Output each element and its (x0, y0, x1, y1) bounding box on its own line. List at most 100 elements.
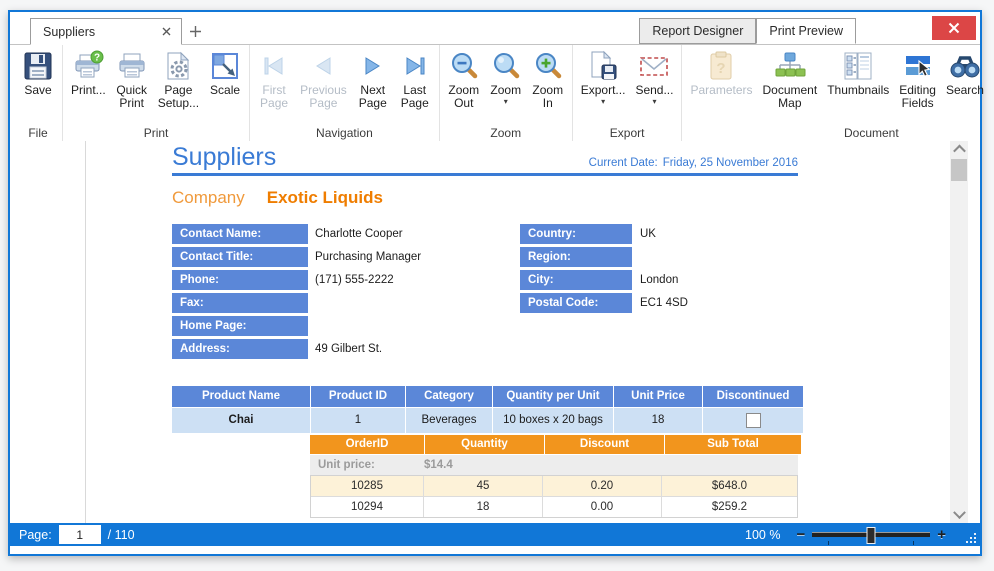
scale-icon (209, 50, 241, 82)
export-button[interactable]: Export...▾ (576, 49, 631, 107)
contact-row-address: Address:49 Gilbert St. (172, 339, 421, 359)
dropdown-caret-icon: ▾ (504, 98, 508, 106)
product-col-header: Discontinued (703, 386, 803, 407)
report-title: Suppliers (172, 144, 276, 172)
button-label: Search (946, 84, 984, 97)
orders-table-body: 10285450.20$648.010294180.00$259.2 (310, 475, 798, 518)
field-label: Country: (520, 224, 632, 244)
tab-suppliers[interactable]: Suppliers (30, 18, 182, 45)
button-label: Print... (71, 84, 106, 97)
scrollbar-thumb[interactable] (951, 159, 967, 181)
dropdown-caret-icon: ▾ (601, 98, 605, 106)
scroll-up-icon[interactable] (950, 141, 968, 157)
button-label: Zoom Out (448, 84, 480, 111)
scroll-down-icon[interactable] (950, 507, 968, 523)
send-button[interactable]: Send...▾ (630, 49, 678, 107)
minimize-button[interactable] (860, 16, 890, 40)
button-label: Export... (581, 84, 626, 97)
close-button[interactable] (932, 16, 976, 40)
previous-page-button: Previous Page (295, 49, 352, 112)
save-button[interactable]: Save (17, 49, 59, 98)
zoom-slider-thumb[interactable] (867, 527, 876, 544)
field-label: Contact Title: (172, 247, 308, 267)
search-icon (949, 50, 981, 82)
button-label: Parameters (690, 84, 752, 97)
ribbon-group-file: SaveFile (14, 45, 63, 141)
watermark-button[interactable]: Watermark (989, 49, 994, 98)
document-map-button[interactable]: Document Map (758, 49, 823, 112)
page-margin-line (85, 141, 86, 523)
save-icon (22, 50, 54, 82)
orders-cell: 10285 (311, 476, 424, 496)
ribbon-group-buttons: Save (17, 49, 59, 125)
field-value: (171) 555-2222 (315, 274, 394, 286)
orders-col-header: Sub Total (665, 435, 801, 454)
zoom-slider-track[interactable] (812, 532, 930, 537)
report-page: Suppliers Current Date:Friday, 25 Novemb… (172, 141, 798, 518)
ribbon-group-print: ?Print...Quick PrintPage Setup...Scale Pr… (63, 45, 250, 141)
zoom-button[interactable]: Zoom▾ (485, 49, 527, 107)
page-setup-button[interactable]: Page Setup... (153, 49, 204, 112)
orders-col-header: Discount (545, 435, 664, 454)
title-bar-controls: Report DesignerPrint Preview (639, 12, 976, 44)
zoom-out-button[interactable]: Zoom Out (443, 49, 485, 112)
mode-button-print-preview[interactable]: Print Preview (756, 18, 856, 44)
unit-price-value: $14.4 (424, 459, 453, 471)
page-number-input[interactable] (59, 525, 101, 544)
button-label: Next Page (357, 84, 389, 111)
field-value: London (640, 274, 678, 286)
print-preview-window: Suppliers Report DesignerPrint Preview S… (8, 10, 982, 556)
discontinued-checkbox[interactable] (746, 413, 761, 428)
orders-cell: $259.2 (662, 497, 797, 517)
company-label: Company (172, 188, 245, 207)
document-preview-area[interactable]: Suppliers Current Date:Friday, 25 Novemb… (10, 141, 980, 523)
page-setup-icon (162, 50, 194, 82)
report-header: Suppliers Current Date:Friday, 25 Novemb… (172, 144, 798, 172)
send-icon (638, 50, 670, 82)
button-label: Quick Print (116, 84, 148, 111)
next-page-button[interactable]: Next Page (352, 49, 394, 112)
vertical-scrollbar[interactable] (950, 141, 968, 523)
ribbon: SaveFile?Print...Quick PrintPage Setup..… (10, 44, 980, 142)
contact-row-contact-name: Contact Name:Charlotte Cooper (172, 224, 421, 244)
window-buttons (856, 16, 976, 40)
quick-print-button[interactable]: Quick Print (111, 49, 153, 112)
search-button[interactable]: Search (941, 49, 989, 98)
contact-row-home-page: Home Page: (172, 316, 421, 336)
editing-fields-button[interactable]: Editing Fields (894, 49, 941, 112)
contact-grid: Contact Name:Charlotte Cooper Contact Tit… (172, 224, 798, 359)
ribbon-group-buttons: ?ParametersDocument MapThumbnailsEditing… (685, 49, 994, 125)
dropdown-caret-icon: ▾ (652, 98, 656, 106)
last-page-button[interactable]: Last Page (394, 49, 436, 112)
field-value: EC1 4SD (640, 297, 688, 309)
maximize-button[interactable] (894, 16, 924, 40)
orders-table-header: OrderIDQuantityDiscountSub Total (310, 435, 798, 454)
field-label: Region: (520, 247, 632, 267)
tab-title: Suppliers (43, 25, 95, 39)
group-caption: Print (63, 126, 249, 140)
product-col-header: Product ID (311, 386, 405, 407)
ribbon-group-buttons: Export...▾Send...▾ (576, 49, 679, 125)
contact-column-left: Contact Name:Charlotte Cooper Contact Tit… (172, 224, 421, 362)
scale-button[interactable]: Scale (204, 49, 246, 98)
contact-row-phone: Phone: (171) 555-2222 (172, 270, 421, 290)
zoom-in-button[interactable]: Zoom In (527, 49, 569, 112)
first-page-icon (258, 50, 290, 82)
thumbnails-button[interactable]: Thumbnails (822, 49, 894, 98)
ribbon-group-export: Export...▾Send...▾Export (573, 45, 683, 141)
mode-button-report-designer[interactable]: Report Designer (639, 18, 756, 44)
field-label: Phone: (172, 270, 308, 290)
resize-grip-icon[interactable] (964, 531, 978, 545)
zoom-slider-plus-icon[interactable]: + (937, 527, 946, 542)
orders-row: 10285450.20$648.0 (311, 476, 797, 496)
field-value: UK (640, 228, 656, 240)
close-icon (948, 22, 960, 34)
product-cell: 10 boxes x 20 bags (493, 408, 613, 433)
print-button[interactable]: ?Print... (66, 49, 111, 98)
tab-strip: Suppliers (30, 18, 208, 45)
previous-page-icon (307, 50, 339, 82)
new-tab-button[interactable] (182, 18, 208, 45)
zoom-slider-minus-icon[interactable]: − (796, 527, 805, 542)
tab-close-icon[interactable] (159, 25, 173, 39)
orders-table: OrderIDQuantityDiscountSub Total Unit pr… (310, 435, 798, 518)
